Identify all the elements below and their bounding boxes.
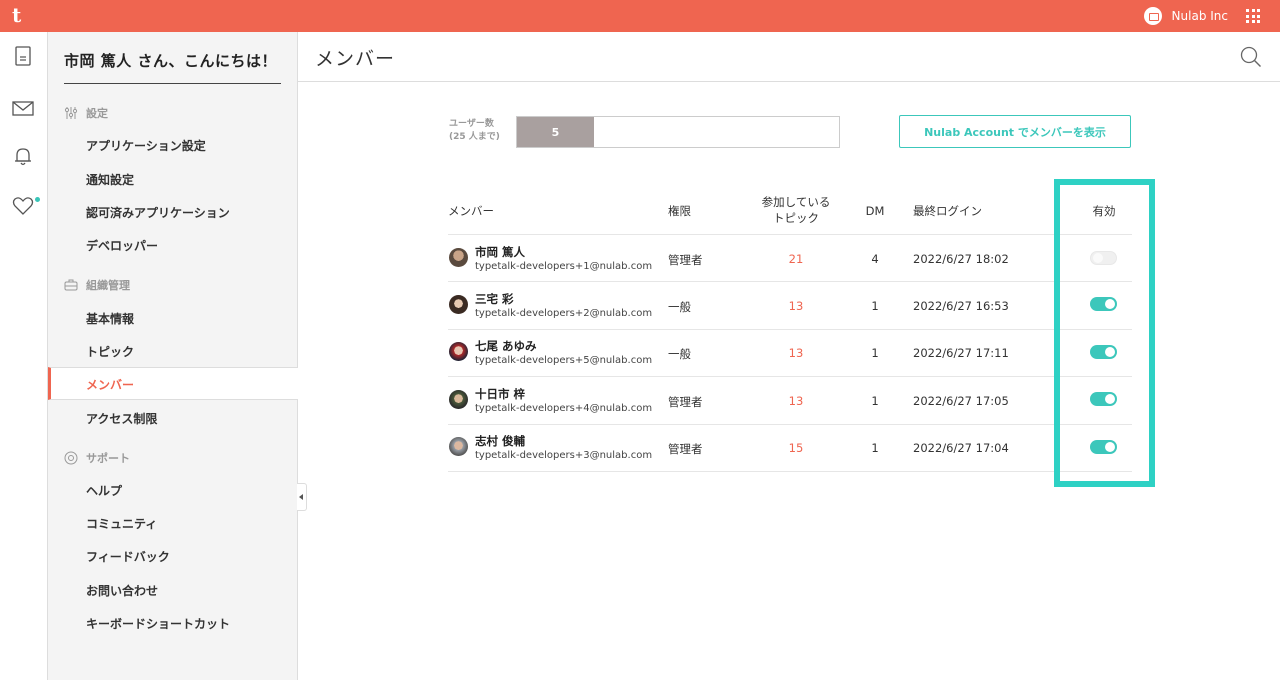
- member-role: 一般: [668, 300, 691, 314]
- icon-rail: [0, 32, 48, 680]
- user-count-label: ユーザー数 (25 人まで): [449, 119, 500, 142]
- member-email: typetalk-developers+5@nulab.com: [475, 355, 653, 366]
- section-org: 組織管理: [64, 277, 130, 293]
- col-last-login: 最終ログイン: [913, 204, 982, 218]
- row-divider: [448, 471, 1132, 472]
- user-count-bar: 5: [516, 116, 840, 148]
- document-icon[interactable]: [12, 45, 34, 67]
- avatar: [449, 390, 468, 409]
- row-divider: [448, 376, 1132, 377]
- notification-dot: [35, 197, 40, 202]
- nav-topics[interactable]: トピック: [86, 343, 134, 360]
- org-icon: [64, 279, 78, 291]
- nav-app-settings[interactable]: アプリケーション設定: [86, 137, 206, 154]
- row-divider: [448, 424, 1132, 425]
- member-role: 一般: [668, 347, 691, 361]
- page-title: メンバー: [315, 48, 396, 70]
- heart-icon[interactable]: [12, 195, 34, 217]
- nav-community[interactable]: コミュニティ: [86, 515, 157, 532]
- nav-members[interactable]: メンバー: [48, 367, 298, 400]
- row-divider: [448, 281, 1132, 282]
- member-dm: 1: [871, 394, 879, 408]
- member-name: 三宅 彩: [475, 292, 514, 306]
- member-dm: 1: [871, 441, 879, 455]
- member-role: 管理者: [668, 395, 703, 409]
- member-name: 志村 俊輔: [475, 434, 526, 448]
- nav-keyboard-shortcuts[interactable]: キーボードショートカット: [86, 615, 230, 632]
- sidebar-collapse-toggle[interactable]: [297, 483, 307, 511]
- member-dm: 1: [871, 299, 879, 313]
- section-support: サポート: [64, 450, 130, 466]
- row-divider: [448, 329, 1132, 330]
- nav-authorized-apps[interactable]: 認可済みアプリケーション: [86, 204, 230, 221]
- row-divider: [448, 234, 1132, 235]
- col-member: メンバー: [448, 204, 494, 218]
- nav-developer[interactable]: デベロッパー: [86, 237, 158, 254]
- member-email: typetalk-developers+3@nulab.com: [475, 450, 653, 461]
- greeting-divider: [64, 83, 281, 84]
- typetalk-logo[interactable]: t: [12, 4, 21, 26]
- bell-icon[interactable]: [12, 145, 34, 167]
- member-topics[interactable]: 13: [776, 394, 816, 408]
- user-count-fill: 5: [517, 117, 594, 147]
- col-dm: DM: [865, 204, 885, 218]
- sliders-icon: [64, 107, 78, 119]
- avatar: [449, 437, 468, 456]
- member-topics[interactable]: 15: [776, 441, 816, 455]
- org-icon: [1143, 7, 1162, 25]
- nav-access-restriction[interactable]: アクセス制限: [86, 410, 157, 427]
- member-topics[interactable]: 13: [776, 299, 816, 313]
- search-icon[interactable]: [1240, 46, 1262, 68]
- member-name: 七尾 あゆみ: [475, 339, 537, 353]
- avatar: [449, 295, 468, 314]
- apps-grid-icon[interactable]: [1246, 9, 1260, 23]
- settings-sidebar: 市岡 篤人 さん、こんにちは！ 設定 アプリケーション設定 通知設定 認可済みア…: [48, 32, 298, 680]
- avatar: [449, 342, 468, 361]
- member-name: 十日市 梓: [475, 387, 526, 401]
- member-last-login: 2022/6/27 17:05: [913, 394, 1009, 408]
- member-email: typetalk-developers+2@nulab.com: [475, 308, 653, 319]
- member-email: typetalk-developers+1@nulab.com: [475, 261, 653, 272]
- header-divider: [298, 81, 1280, 82]
- avatar: [449, 248, 468, 267]
- org-name: Nulab Inc: [1171, 9, 1228, 23]
- nav-basic-info[interactable]: 基本情報: [86, 310, 134, 327]
- member-last-login: 2022/6/27 18:02: [913, 252, 1009, 266]
- member-dm: 1: [871, 346, 879, 360]
- member-email: typetalk-developers+4@nulab.com: [475, 403, 653, 414]
- member-last-login: 2022/6/27 17:04: [913, 441, 1009, 455]
- org-switcher[interactable]: Nulab Inc: [1143, 6, 1228, 26]
- greeting: 市岡 篤人 さん、こんにちは！: [64, 52, 277, 70]
- col-topics: 参加している トピック: [761, 195, 831, 225]
- nav-notification-settings[interactable]: 通知設定: [86, 171, 134, 188]
- col-role: 権限: [668, 204, 691, 218]
- member-last-login: 2022/6/27 17:11: [913, 346, 1009, 360]
- mail-icon[interactable]: [12, 97, 34, 119]
- member-dm: 4: [871, 252, 879, 266]
- member-role: 管理者: [668, 253, 703, 267]
- section-settings: 設定: [64, 105, 108, 121]
- top-bar: t Nulab Inc: [0, 0, 1280, 32]
- member-role: 管理者: [668, 442, 703, 456]
- nulab-account-button[interactable]: Nulab Account でメンバーを表示: [899, 115, 1131, 148]
- member-last-login: 2022/6/27 16:53: [913, 299, 1009, 313]
- lifebuoy-icon: [64, 451, 78, 465]
- nav-help[interactable]: ヘルプ: [86, 482, 122, 499]
- nav-contact[interactable]: お問い合わせ: [86, 582, 158, 599]
- member-name: 市岡 篤人: [475, 245, 526, 259]
- enabled-column-highlight: [1054, 179, 1155, 487]
- member-topics[interactable]: 13: [776, 346, 816, 360]
- member-topics[interactable]: 21: [776, 252, 816, 266]
- nav-feedback[interactable]: フィードバック: [86, 548, 170, 565]
